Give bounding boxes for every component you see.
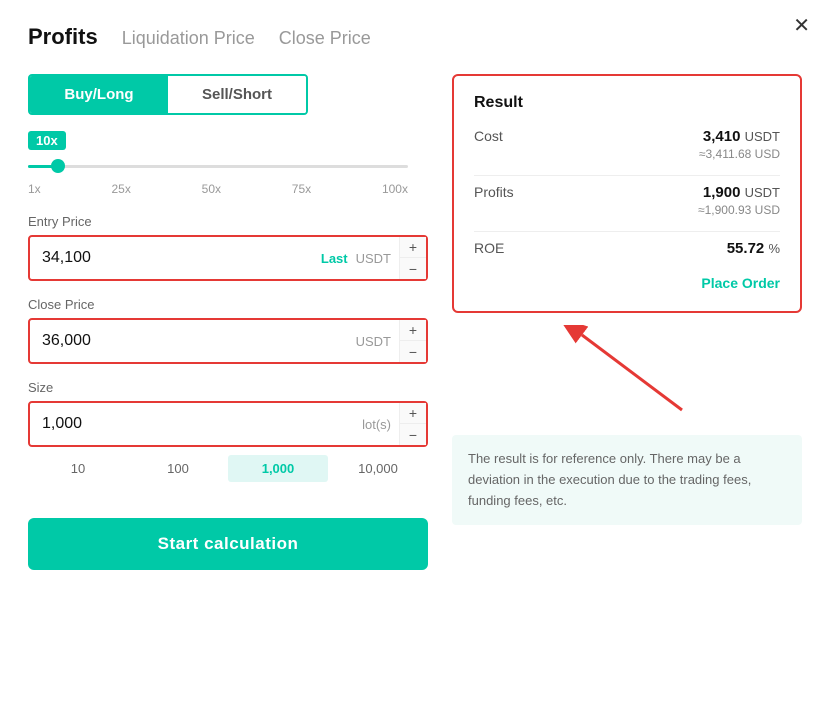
size-opt-100[interactable]: 100 — [128, 455, 228, 482]
entry-price-input-wrapper: Last USDT + − — [28, 235, 428, 281]
leverage-badge[interactable]: 10x — [28, 131, 66, 150]
entry-price-minus[interactable]: − — [400, 258, 426, 279]
roe-label: ROE — [474, 240, 504, 256]
size-options: 10 100 1,000 10,000 — [28, 455, 428, 482]
result-roe-row: ROE 55.72 % — [474, 240, 780, 257]
sell-short-button[interactable]: Sell/Short — [168, 76, 306, 113]
entry-price-unit: USDT — [356, 251, 399, 266]
close-price-unit: USDT — [356, 334, 399, 349]
start-calculation-button[interactable]: Start calculation — [28, 518, 428, 570]
leverage-area: 10x 1x 25x 50x 75x 100x — [28, 131, 408, 196]
tab-close-price[interactable]: Close Price — [279, 28, 371, 49]
disclaimer: The result is for reference only. There … — [452, 435, 802, 525]
entry-price-label: Entry Price — [28, 214, 428, 229]
size-plus[interactable]: + — [400, 403, 426, 424]
right-panel: Result Cost 3,410 USDT ≈3,411.68 USD Pro… — [452, 74, 802, 570]
lever-label-1x: 1x — [28, 182, 41, 196]
profits-value: 1,900 USDT — [698, 184, 780, 201]
lever-label-100x: 100x — [382, 182, 408, 196]
lever-label-75x: 75x — [292, 182, 311, 196]
close-price-label: Close Price — [28, 297, 428, 312]
size-opt-10000[interactable]: 10,000 — [328, 455, 428, 482]
entry-price-stepper: + − — [399, 237, 426, 279]
modal: ✕ Profits Liquidation Price Close Price … — [0, 0, 830, 727]
close-price-input[interactable] — [30, 322, 356, 360]
result-box: Result Cost 3,410 USDT ≈3,411.68 USD Pro… — [452, 74, 802, 313]
place-order-row: Place Order — [474, 271, 780, 293]
close-price-plus[interactable]: + — [400, 320, 426, 341]
size-group: Size lot(s) + − 10 100 1,000 10,000 — [28, 380, 428, 482]
result-cost-row: Cost 3,410 USDT ≈3,411.68 USD — [474, 128, 780, 161]
main-layout: Buy/Long Sell/Short 10x 1x 25x 50x 75x — [28, 74, 802, 570]
cost-label: Cost — [474, 128, 503, 144]
size-minus[interactable]: − — [400, 424, 426, 445]
entry-price-suffix: Last — [321, 251, 356, 266]
result-profits-row: Profits 1,900 USDT ≈1,900.93 USD — [474, 184, 780, 217]
close-price-minus[interactable]: − — [400, 341, 426, 362]
tab-profits[interactable]: Profits — [28, 24, 98, 50]
close-price-stepper: + − — [399, 320, 426, 362]
buy-sell-toggle: Buy/Long Sell/Short — [28, 74, 308, 115]
slider-track — [28, 165, 408, 168]
size-input[interactable] — [30, 405, 362, 443]
lever-label-25x: 25x — [111, 182, 130, 196]
left-panel: Buy/Long Sell/Short 10x 1x 25x 50x 75x — [28, 74, 428, 570]
buy-long-button[interactable]: Buy/Long — [30, 76, 168, 113]
arrow-annotation — [452, 325, 802, 415]
tab-liquidation[interactable]: Liquidation Price — [122, 28, 255, 49]
entry-price-input[interactable] — [30, 239, 321, 277]
roe-value: 55.72 % — [727, 240, 780, 257]
size-label: Size — [28, 380, 428, 395]
tabs-row: Profits Liquidation Price Close Price — [28, 24, 802, 50]
divider-1 — [474, 175, 780, 176]
close-price-group: Close Price USDT + − — [28, 297, 428, 364]
cost-value-group: 3,410 USDT ≈3,411.68 USD — [699, 128, 780, 161]
cost-value: 3,410 USDT — [699, 128, 780, 145]
size-opt-1000[interactable]: 1,000 — [228, 455, 328, 482]
close-price-input-wrapper: USDT + − — [28, 318, 428, 364]
size-unit: lot(s) — [362, 417, 399, 432]
leverage-slider[interactable] — [28, 154, 408, 178]
cost-sub: ≈3,411.68 USD — [699, 147, 780, 161]
divider-2 — [474, 231, 780, 232]
slider-thumb[interactable] — [51, 159, 65, 173]
place-order-link[interactable]: Place Order — [701, 275, 780, 291]
result-title: Result — [474, 94, 780, 112]
red-arrow-svg — [452, 325, 792, 415]
size-stepper: + − — [399, 403, 426, 445]
profits-sub: ≈1,900.93 USD — [698, 203, 780, 217]
roe-value-group: 55.72 % — [727, 240, 780, 257]
lever-label-50x: 50x — [202, 182, 221, 196]
size-input-wrapper: lot(s) + − — [28, 401, 428, 447]
entry-price-plus[interactable]: + — [400, 237, 426, 258]
slider-labels: 1x 25x 50x 75x 100x — [28, 182, 408, 196]
entry-price-group: Entry Price Last USDT + − — [28, 214, 428, 281]
close-button[interactable]: ✕ — [793, 16, 810, 36]
profits-label: Profits — [474, 184, 514, 200]
profits-value-group: 1,900 USDT ≈1,900.93 USD — [698, 184, 780, 217]
size-opt-10[interactable]: 10 — [28, 455, 128, 482]
